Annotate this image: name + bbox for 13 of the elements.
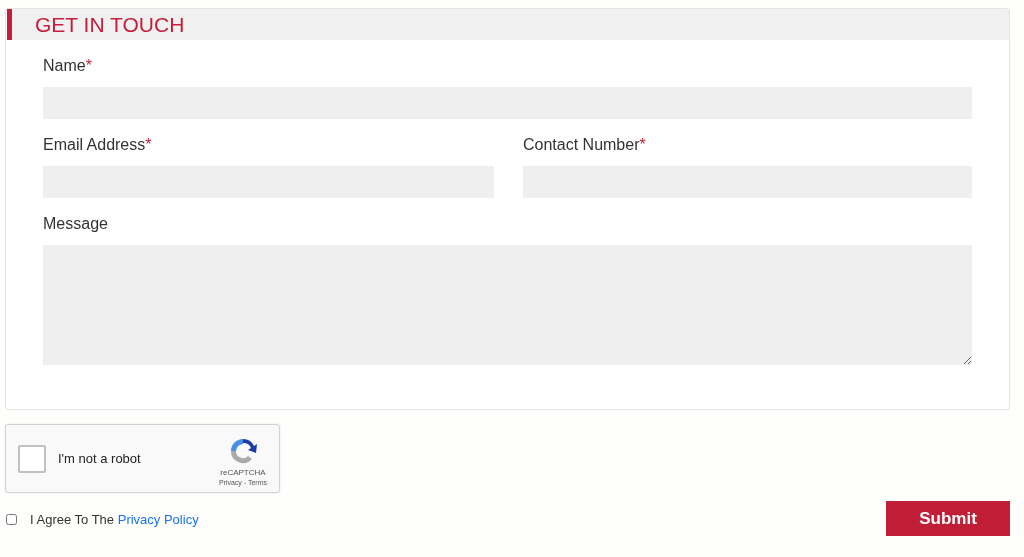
captcha-checkbox[interactable]: [18, 444, 46, 473]
field-label: Email Address*: [43, 135, 153, 155]
field-label: Name*: [43, 56, 93, 76]
captcha-label: I'm not a robot: [58, 451, 142, 466]
message-field[interactable]: [43, 245, 972, 365]
section-title: GET IN TOUCH: [35, 12, 185, 37]
agree-checkbox[interactable]: [6, 514, 17, 525]
privacy-policy-link[interactable]: Privacy Policy: [117, 512, 199, 527]
agree-text: I Agree To The Privacy Policy: [30, 512, 199, 527]
submit-button[interactable]: Submit: [886, 501, 1010, 536]
field-label: Contact Number*: [523, 135, 647, 155]
captcha-brand: reCAPTCHA: [220, 467, 266, 477]
field-label: Message: [43, 214, 109, 234]
